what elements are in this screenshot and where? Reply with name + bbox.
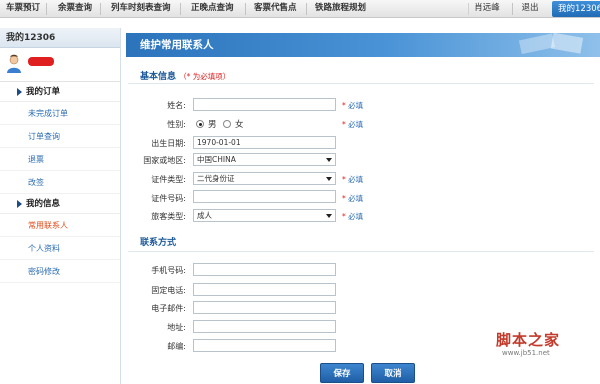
username-redacted <box>28 57 54 66</box>
gender-label: 性别: <box>167 120 186 129</box>
id-type-label: 证件类型: <box>151 175 186 184</box>
email-label: 电子邮件: <box>151 304 186 313</box>
required-star: * <box>342 194 346 203</box>
gender-required: * 必填 <box>342 119 363 130</box>
country-select[interactable]: 中国CHINA <box>193 153 336 166</box>
nav-timetable[interactable]: 列车时刻表查询 <box>111 0 171 18</box>
user-name[interactable]: 肖远峰 <box>472 0 502 18</box>
id-number-label: 证件号码: <box>151 194 186 203</box>
save-button[interactable]: 保存 <box>320 363 364 383</box>
passenger-type-required: * 必填 <box>342 211 363 222</box>
page-title: 维护常用联系人 <box>140 39 214 51</box>
nav-divider <box>100 3 101 15</box>
id-type-required: * 必填 <box>342 174 363 185</box>
watermark: 脚本之家 www.jb51.net <box>496 329 600 369</box>
nav-ticket-booking[interactable]: 车票预订 <box>6 0 40 18</box>
nav-travel-planning[interactable]: 铁路旅程规划 <box>315 0 366 18</box>
email-input[interactable] <box>193 301 336 314</box>
name-required: * 必填 <box>342 100 363 111</box>
sidebar-item-password[interactable]: 密码修改 <box>0 260 120 283</box>
required-star: * <box>342 175 346 184</box>
contact-section-title: 联系方式 <box>140 238 177 248</box>
nav-divider <box>245 3 246 15</box>
sidebar-head-label: 我的订单 <box>26 87 61 97</box>
nav-divider <box>306 3 307 15</box>
passenger-type-label: 旅客类型: <box>151 212 186 221</box>
logout-link[interactable]: 退出 <box>516 0 544 18</box>
birthdate-input[interactable]: 1970-01-01 <box>193 136 336 149</box>
name-input[interactable] <box>193 98 336 111</box>
country-label: 国家或地区: <box>143 156 186 165</box>
cancel-button[interactable]: 取消 <box>371 363 415 383</box>
section-title-text: 基本信息 <box>140 72 177 82</box>
gender-male-label: 男 <box>208 120 217 130</box>
chevron-down-icon <box>326 177 332 181</box>
sidebar-head-orders[interactable]: 我的订单 <box>0 82 120 102</box>
mobile-input[interactable] <box>193 263 336 276</box>
section-divider <box>128 251 594 252</box>
sidebar-head-label: 我的信息 <box>26 199 61 209</box>
nav-divider <box>46 3 47 15</box>
mobile-label: 手机号码: <box>151 266 186 275</box>
passenger-type-select[interactable]: 成人 <box>193 209 336 222</box>
required-note: （* 为必填项） <box>179 72 231 81</box>
gender-male-radio[interactable] <box>196 120 204 128</box>
banner-decoration-icon <box>518 33 584 55</box>
avatar-icon <box>7 54 21 73</box>
nav-delay-query[interactable]: 正晚点查询 <box>191 0 234 18</box>
address-input[interactable] <box>193 320 336 333</box>
my12306-button[interactable]: 我的12306 <box>552 1 600 17</box>
required-text: 必填 <box>348 175 364 184</box>
zip-label: 邮编: <box>167 342 186 351</box>
sidebar-item-profile[interactable]: 个人资料 <box>0 237 120 260</box>
triangle-icon <box>17 200 22 208</box>
id-type-select-value: 二代身份证 <box>197 174 235 183</box>
required-text: 必填 <box>348 194 364 203</box>
birthdate-label: 出生日期: <box>151 139 186 148</box>
chevron-down-icon <box>326 214 332 218</box>
passenger-type-select-value: 成人 <box>197 211 212 220</box>
phone-input[interactable] <box>193 283 336 296</box>
basic-info-section-title: 基本信息 （* 为必填项） <box>140 69 230 82</box>
sidebar-item-order-query[interactable]: 订单查询 <box>0 125 120 148</box>
required-star: * <box>342 101 346 110</box>
sidebar-title: 我的12306 <box>0 28 120 48</box>
id-number-required: * 必填 <box>342 193 363 204</box>
nav-divider <box>512 3 513 15</box>
sidebar-item-contacts[interactable]: 常用联系人 <box>0 214 120 237</box>
id-number-input[interactable] <box>193 190 336 203</box>
watermark-url: www.jb51.net <box>502 349 550 357</box>
sidebar-item-change[interactable]: 改签 <box>0 171 120 194</box>
sidebar-item-refund[interactable]: 退票 <box>0 148 120 171</box>
id-type-select[interactable]: 二代身份证 <box>193 172 336 185</box>
watermark-title: 脚本之家 <box>496 331 561 349</box>
gender-female-radio[interactable] <box>223 120 231 128</box>
name-label: 姓名: <box>167 101 186 110</box>
required-star: * <box>342 212 346 221</box>
nav-remaining-tickets[interactable]: 余票查询 <box>58 0 92 18</box>
top-nav-bar: 车票预订 余票查询 列车时刻表查询 正晚点查询 客票代售点 铁路旅程规划 肖远峰… <box>0 0 600 18</box>
nav-divider <box>468 3 469 15</box>
chevron-down-icon <box>326 158 332 162</box>
country-select-value: 中国CHINA <box>197 155 236 164</box>
required-text: 必填 <box>348 120 364 129</box>
sidebar-item-unfinished-orders[interactable]: 未完成订单 <box>0 102 120 125</box>
gender-female-label: 女 <box>235 120 244 130</box>
required-star: * <box>342 120 346 129</box>
required-text: 必填 <box>348 212 364 221</box>
sidebar: 我的12306 我的订单 未完成订单 订单查询 退票 改签 我的信息 常用联系人… <box>0 28 121 384</box>
zip-input[interactable] <box>193 339 336 352</box>
phone-label: 固定电话: <box>151 286 186 295</box>
sidebar-head-my-info[interactable]: 我的信息 <box>0 194 120 214</box>
profile-block <box>0 48 120 82</box>
triangle-icon <box>17 88 22 96</box>
nav-agency[interactable]: 客票代售点 <box>254 0 297 18</box>
section-divider <box>128 83 594 84</box>
address-label: 地址: <box>167 323 186 332</box>
nav-divider <box>180 3 181 15</box>
required-text: 必填 <box>348 101 364 110</box>
page-banner: 维护常用联系人 <box>126 33 600 57</box>
